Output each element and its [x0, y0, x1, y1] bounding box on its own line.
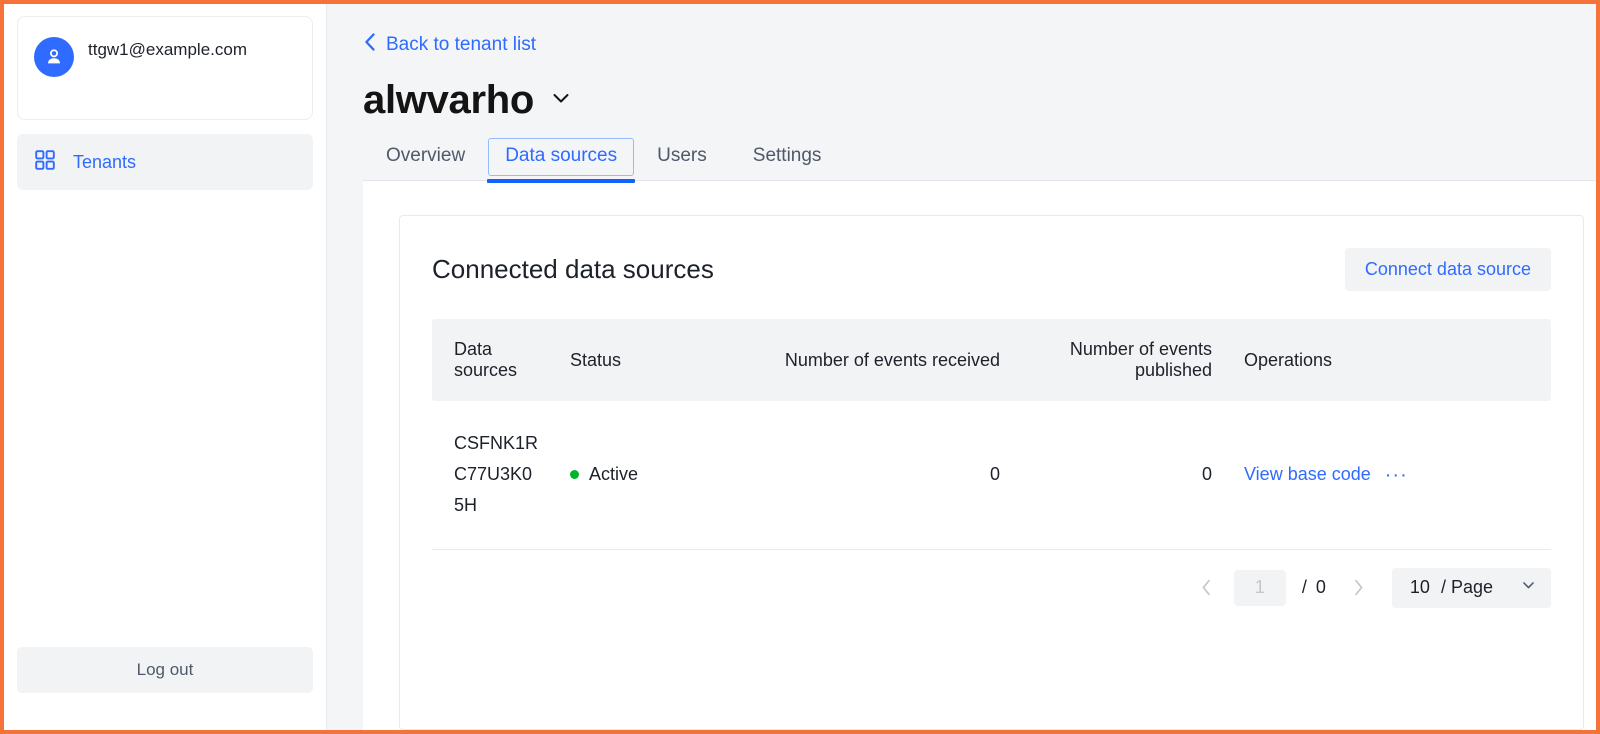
operations-group: View base code ··· — [1244, 464, 1535, 485]
tab-overview[interactable]: Overview — [363, 138, 488, 180]
log-out-button[interactable]: Log out — [17, 647, 313, 693]
status-badge: Active — [570, 464, 750, 485]
tab-bar: Overview Data sources Users Settings — [363, 138, 1596, 183]
back-to-tenant-list-link[interactable]: Back to tenant list — [363, 32, 536, 58]
pagination-total: / 0 — [1302, 577, 1326, 598]
page-title: alwvarho — [363, 78, 534, 122]
column-header-data-sources: Data sources — [432, 319, 554, 401]
table-row: CSFNK1RC77U3K05H Active 0 0 View base co… — [432, 401, 1551, 550]
sidebar: ttgw1@example.com Tenants Log out — [4, 4, 327, 730]
column-header-operations: Operations — [1228, 319, 1551, 401]
main-content: Back to tenant list alwvarho Overview Da… — [327, 4, 1596, 730]
data-sources-table: Data sources Status Number of events rec… — [432, 319, 1551, 550]
column-header-events-published: Number of events published — [1016, 319, 1228, 401]
pagination-prev-button[interactable] — [1190, 571, 1224, 605]
page-size-value: 10 — [1409, 577, 1430, 597]
pagination-total-pages: 0 — [1315, 577, 1326, 597]
pagination-page-input[interactable] — [1233, 569, 1286, 606]
chevron-left-icon — [363, 32, 377, 58]
pagination-next-button[interactable] — [1342, 571, 1376, 605]
connect-data-source-button[interactable]: Connect data source — [1344, 248, 1551, 291]
page-size-select[interactable]: 10 / Page — [1391, 567, 1551, 608]
account-email: ttgw1@example.com — [88, 40, 247, 59]
status-dot-icon — [570, 470, 579, 480]
connected-data-sources-card: Connected data sources Connect data sour… — [399, 215, 1584, 730]
data-source-id: CSFNK1RC77U3K05H — [454, 433, 539, 516]
view-base-code-link[interactable]: View base code — [1244, 464, 1371, 485]
more-actions-icon[interactable]: ··· — [1385, 465, 1408, 485]
card-title: Connected data sources — [432, 254, 714, 284]
cell-events-received: 0 — [766, 401, 1016, 550]
column-header-status: Status — [554, 319, 766, 401]
pagination: / 0 10 / Page — [432, 550, 1551, 608]
tab-data-sources[interactable]: Data sources — [487, 138, 636, 183]
tab-settings[interactable]: Settings — [730, 138, 845, 180]
page-header: Back to tenant list alwvarho Overview Da… — [363, 4, 1596, 183]
chevron-down-icon — [548, 85, 574, 116]
status-label: Active — [589, 464, 639, 485]
cell-data-source-id: CSFNK1RC77U3K05H — [432, 401, 554, 550]
account-card: ttgw1@example.com — [17, 16, 313, 120]
grid-icon — [35, 149, 55, 175]
cell-operations: View base code ··· — [1228, 401, 1551, 550]
content-panel: Connected data sources Connect data sour… — [363, 181, 1596, 730]
back-link-label: Back to tenant list — [386, 34, 536, 55]
app-root: ttgw1@example.com Tenants Log out Back t… — [4, 4, 1596, 730]
pagination-separator: / — [1301, 577, 1307, 597]
card-header: Connected data sources Connect data sour… — [432, 248, 1551, 291]
sidebar-item-tenants[interactable]: Tenants — [17, 134, 313, 190]
table-header-row: Data sources Status Number of events rec… — [432, 319, 1551, 401]
cell-events-published: 0 — [1016, 401, 1228, 550]
page-size-suffix: / Page — [1440, 577, 1493, 597]
sidebar-item-label: Tenants — [73, 151, 137, 172]
cell-status: Active — [554, 401, 766, 550]
table-body: CSFNK1RC77U3K05H Active 0 0 View base co… — [432, 401, 1551, 550]
chevron-down-icon — [1520, 577, 1537, 599]
column-header-events-received: Number of events received — [766, 319, 1016, 401]
user-avatar-icon — [34, 37, 74, 77]
tenant-switcher[interactable]: alwvarho — [363, 78, 574, 122]
table-header: Data sources Status Number of events rec… — [432, 319, 1551, 401]
tab-users[interactable]: Users — [634, 138, 730, 180]
